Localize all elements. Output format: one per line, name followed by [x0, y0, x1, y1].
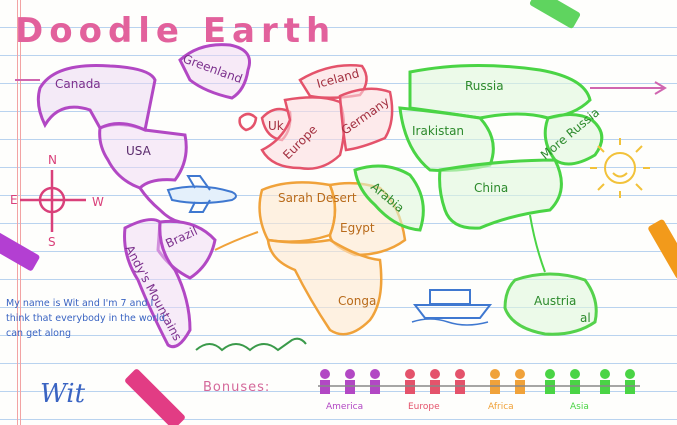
- crayon-green-icon: [529, 0, 581, 29]
- compass-w: W: [92, 195, 104, 209]
- sun-icon: [590, 138, 650, 198]
- right-arrow-icon: [590, 81, 667, 95]
- label-sarah-desert: Sarah Desert: [278, 191, 357, 205]
- world-map: Doodle Earth N E S W Canada Greenland US…: [0, 0, 677, 425]
- region-canada[interactable]: [36, 64, 157, 133]
- region-irakistan[interactable]: [398, 106, 495, 172]
- game-title: Doodle Earth: [15, 11, 336, 51]
- label-egypt: Egypt: [340, 221, 375, 235]
- crayon-orange-icon: [648, 219, 677, 279]
- signature: Wit: [40, 379, 86, 409]
- bonuses-label: Bonuses:: [203, 380, 271, 395]
- label-uk: Uk: [268, 119, 284, 133]
- label-austria: Austria: [534, 294, 576, 308]
- label-russia: Russia: [465, 79, 504, 93]
- compass-s: S: [48, 235, 56, 249]
- compass-rose-icon: [20, 170, 86, 232]
- bonus-africa[interactable]: Africa: [488, 402, 514, 412]
- label-conga: Conga: [338, 294, 376, 308]
- label-china: China: [474, 181, 508, 195]
- bonus-europe[interactable]: Europe: [408, 402, 440, 412]
- label-austria-suffix: al: [580, 311, 591, 325]
- compass-e: E: [10, 193, 18, 207]
- crayon-pink-icon: [125, 369, 185, 425]
- ship-icon: [411, 289, 493, 326]
- airplane-icon: [166, 175, 237, 213]
- bonus-people: [318, 369, 640, 394]
- label-usa: USA: [126, 144, 152, 158]
- bonus-america[interactable]: America: [326, 402, 363, 412]
- bonus-asia[interactable]: Asia: [570, 402, 589, 412]
- author-note: My name is Wit and I'm 7 and I think tha…: [6, 298, 166, 339]
- compass-n: N: [48, 153, 57, 167]
- label-irakistan: Irakistan: [412, 124, 464, 138]
- sea-monster-icon: [195, 337, 307, 352]
- game-board: Doodle Earth N E S W Canada Greenland US…: [0, 0, 677, 425]
- label-canada: Canada: [55, 77, 101, 91]
- crayon-purple-icon: [0, 227, 40, 271]
